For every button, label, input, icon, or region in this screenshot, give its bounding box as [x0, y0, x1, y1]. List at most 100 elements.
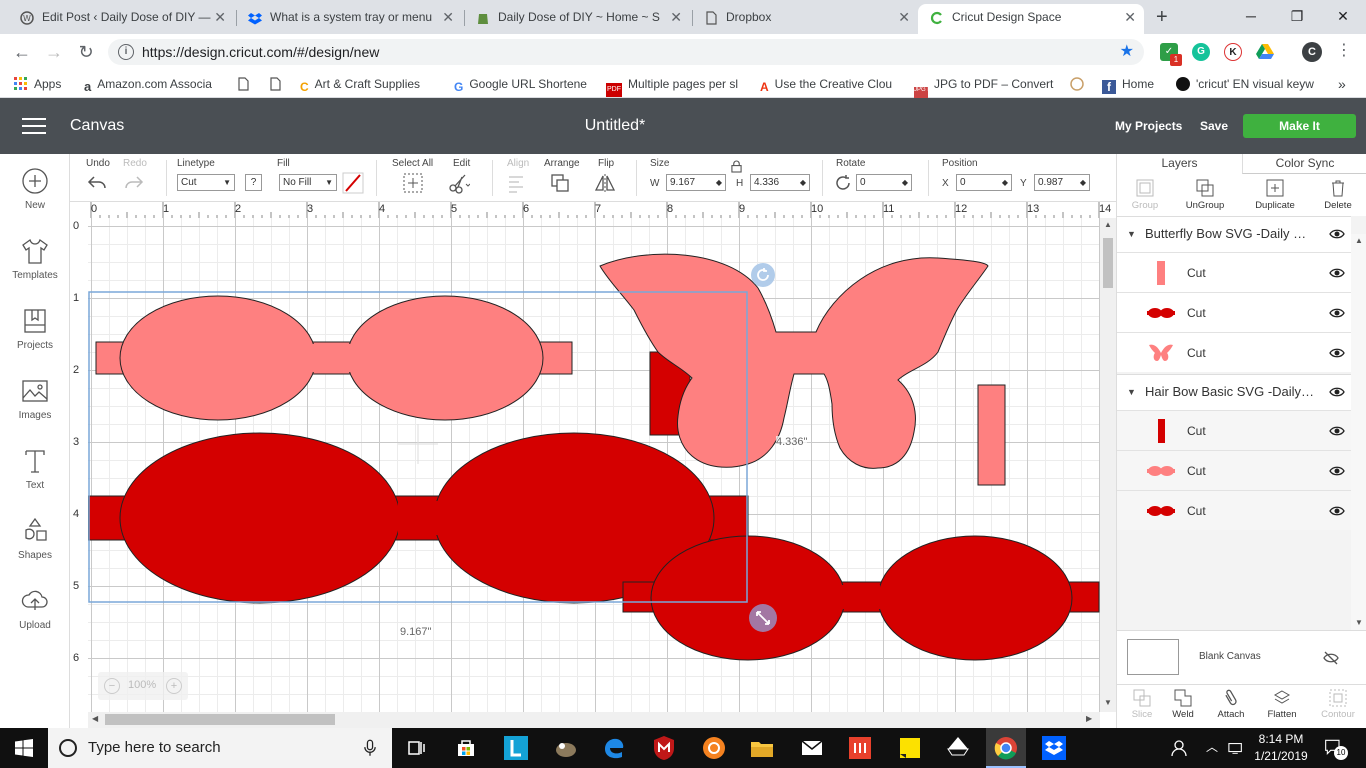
x-position-input[interactable]: 0 ◆ [956, 174, 1012, 191]
close-icon[interactable]: ✕ [214, 4, 226, 30]
weld-button[interactable]: Weld [1158, 689, 1208, 720]
pink-rectangle-shape[interactable] [977, 384, 1006, 486]
app-bars-icon[interactable] [846, 734, 874, 762]
fill-color-swatch-icon[interactable] [342, 172, 364, 194]
bookmark-jpg-pdf[interactable]: JPG PDFJPG to PDF – Convert [914, 70, 1054, 101]
scroll-right-icon[interactable]: ▶ [1086, 714, 1092, 723]
sidebar-item-new[interactable]: New [0, 166, 70, 211]
sidebar-item-templates[interactable]: Templates [0, 236, 70, 281]
select-all-icon[interactable] [402, 172, 424, 194]
scroll-down-icon[interactable]: ▼ [1104, 698, 1112, 707]
height-input[interactable]: 4.336 ◆ [750, 174, 810, 191]
sticky-notes-icon[interactable] [896, 734, 924, 762]
inkscape-icon[interactable] [944, 734, 972, 762]
eye-icon[interactable] [1329, 307, 1345, 319]
eye-icon[interactable] [1329, 465, 1345, 477]
collapse-triangle-icon[interactable]: ▼ [1127, 229, 1136, 239]
stepper-icon[interactable]: ◆ [800, 175, 806, 190]
more-bookmarks-icon[interactable]: » [1338, 70, 1346, 98]
browser-tab-active[interactable]: Cricut Design Space ✕ [918, 4, 1144, 34]
close-icon[interactable]: ✕ [898, 4, 910, 30]
back-icon[interactable]: ← [10, 40, 34, 64]
sidebar-item-text[interactable]: Text [0, 446, 70, 491]
scroll-up-icon[interactable]: ▲ [1355, 236, 1363, 245]
people-icon[interactable] [1170, 739, 1188, 757]
close-icon[interactable]: ✕ [1124, 4, 1136, 30]
rotate-icon[interactable] [832, 172, 854, 194]
chrome-icon[interactable] [992, 734, 1020, 762]
url-bar[interactable]: i https://design.cricut.com/#/design/new… [108, 39, 1144, 65]
rotate-handle[interactable] [751, 263, 775, 287]
tab-color-sync[interactable]: Color Sync [1242, 154, 1366, 174]
mail-icon[interactable] [798, 734, 826, 762]
flatten-button[interactable]: Flatten [1257, 689, 1307, 720]
app-l-icon[interactable] [502, 734, 530, 762]
layer-row[interactable]: Cut [1117, 410, 1351, 450]
redo-icon[interactable] [123, 172, 145, 194]
scroll-thumb[interactable] [105, 714, 335, 725]
bookmark-seal[interactable] [1070, 70, 1090, 98]
eye-icon[interactable] [1329, 228, 1345, 240]
stepper-icon[interactable]: ◆ [1002, 175, 1008, 190]
bookmark-star-icon[interactable]: ★ [1120, 39, 1134, 65]
lock-icon[interactable] [731, 160, 742, 173]
vertical-scrollbar[interactable]: ▲ ▼ [1100, 218, 1116, 712]
sidebar-item-upload[interactable]: Upload [0, 586, 70, 631]
bookmark-cricut-keyword[interactable]: 'cricut' EN visual keyw [1176, 70, 1314, 98]
scroll-up-icon[interactable]: ▲ [1104, 220, 1112, 229]
eye-icon[interactable] [1329, 425, 1345, 437]
rotate-input[interactable]: 0 ◆ [856, 174, 912, 191]
task-view-icon[interactable] [402, 734, 430, 762]
store-icon[interactable] [452, 734, 480, 762]
close-window-icon[interactable]: ✕ [1320, 0, 1366, 32]
layer-row[interactable]: Cut [1117, 332, 1351, 372]
zoom-out-button[interactable]: − [104, 678, 120, 694]
info-icon[interactable]: i [118, 44, 134, 60]
red-butterfly-bow-shape[interactable] [622, 535, 1100, 661]
y-position-input[interactable]: 0.987 ◆ [1034, 174, 1090, 191]
bookmark-multiple-pages[interactable]: PDF Multiple pages per sl [606, 70, 744, 98]
layer-row[interactable]: Cut [1117, 292, 1351, 332]
save-button[interactable]: Save [1200, 98, 1228, 154]
grammarly-icon[interactable]: G [1192, 43, 1210, 61]
layer-group[interactable]: ▼ Butterfly Bow SVG -Daily Dose of DIY [1117, 216, 1351, 252]
scroll-thumb[interactable] [1103, 238, 1113, 288]
network-icon[interactable] [1228, 741, 1244, 755]
zoom-in-button[interactable]: + [166, 678, 182, 694]
layer-row[interactable]: Cut [1117, 450, 1351, 490]
undo-icon[interactable] [86, 172, 108, 194]
close-icon[interactable]: ✕ [442, 4, 454, 30]
browser-tab[interactable]: What is a system tray or menu ✕ [236, 4, 462, 34]
width-input[interactable]: 9.167 ◆ [666, 174, 726, 191]
ungroup-button[interactable]: UnGroup [1180, 178, 1230, 211]
eye-icon[interactable] [1329, 267, 1345, 279]
gear-app-icon[interactable] [700, 734, 728, 762]
blank-canvas-row[interactable]: Blank Canvas [1117, 630, 1366, 686]
scroll-down-icon[interactable]: ▼ [1355, 618, 1363, 627]
dropbox-taskbar-icon[interactable] [1040, 734, 1068, 762]
scroll-left-icon[interactable]: ◀ [92, 714, 98, 723]
layer-row[interactable]: Cut [1117, 252, 1351, 292]
delete-button[interactable]: Delete [1313, 178, 1363, 211]
close-icon[interactable]: ✕ [670, 4, 682, 30]
bookmark-apps[interactable]: Apps [14, 70, 61, 98]
blank-canvas-swatch[interactable] [1127, 639, 1179, 675]
layer-row[interactable]: Cut [1117, 490, 1351, 530]
horizontal-scrollbar[interactable]: ◀ ▶ [88, 712, 1100, 728]
extension-k-icon[interactable]: K [1224, 43, 1242, 61]
restore-icon[interactable]: ❐ [1274, 0, 1320, 32]
microphone-icon[interactable] [364, 738, 376, 758]
bookmark-amazon[interactable]: a Amazon.com Associa [84, 70, 220, 98]
system-clock[interactable]: 8:14 PM 1/21/2019 [1248, 731, 1314, 765]
windows-start-icon[interactable] [15, 739, 33, 757]
browser-tab[interactable]: Dropbox ✕ [692, 4, 918, 34]
taskbar-search-box[interactable]: Type here to search [48, 728, 392, 768]
flip-icon[interactable] [594, 172, 616, 194]
google-drive-icon[interactable] [1256, 44, 1274, 60]
tab-layers[interactable]: Layers [1117, 154, 1242, 174]
browser-menu-icon[interactable]: ⋮ [1336, 40, 1352, 60]
group-button[interactable]: Group [1120, 178, 1170, 211]
sidebar-item-projects[interactable]: Projects [0, 306, 70, 351]
sidebar-item-images[interactable]: Images [0, 376, 70, 421]
bookmark-art-craft[interactable]: C Art & Craft Supplies [300, 70, 436, 98]
